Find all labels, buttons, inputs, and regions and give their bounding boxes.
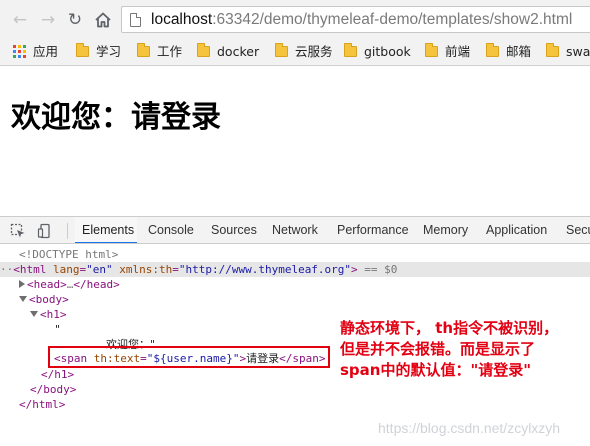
tab-memory[interactable]: Memory: [423, 217, 468, 243]
dom-node-html-close[interactable]: </html>: [19, 397, 65, 412]
devtools-tab-strip: Elements Console Sources Network Perform…: [0, 216, 590, 244]
reload-icon[interactable]: ↻: [64, 9, 86, 31]
highlight-box: [48, 346, 330, 368]
apps-grid-icon: [13, 45, 26, 58]
dom-node-h1[interactable]: <h1>: [30, 307, 67, 322]
home-icon[interactable]: [92, 9, 114, 31]
dom-node-head[interactable]: <head>…</head>: [19, 277, 120, 292]
page-icon: [130, 13, 141, 27]
bookmark-folder[interactable]: docker: [197, 43, 259, 60]
back-arrow-icon[interactable]: ←: [9, 9, 31, 31]
tab-elements[interactable]: Elements: [75, 217, 137, 243]
bookmark-apps[interactable]: 应用: [13, 44, 58, 60]
folder-icon: [137, 43, 150, 57]
bookmark-folder[interactable]: 前端: [425, 43, 470, 60]
collapse-arrow-icon[interactable]: [19, 296, 27, 302]
forward-arrow-icon[interactable]: →: [37, 9, 59, 31]
bookmark-folder[interactable]: gitbook: [344, 43, 411, 60]
collapse-arrow-icon[interactable]: [30, 311, 38, 317]
bookmark-folder[interactable]: 学习: [76, 43, 121, 60]
folder-icon: [197, 43, 210, 57]
tab-application[interactable]: Application: [486, 217, 547, 243]
bookmark-folder[interactable]: swag: [546, 43, 590, 60]
tab-console[interactable]: Console: [148, 217, 194, 243]
tab-network[interactable]: Network: [272, 217, 318, 243]
bookmark-folder[interactable]: 邮箱: [486, 43, 531, 60]
folder-icon: [76, 43, 89, 57]
device-toolbar-icon[interactable]: [37, 223, 53, 239]
tab-security[interactable]: Secu: [566, 217, 590, 243]
dom-node-body-close[interactable]: </body>: [30, 382, 76, 397]
tab-performance[interactable]: Performance: [337, 217, 409, 243]
address-bar[interactable]: localhost:63342/demo/thymeleaf-demo/temp…: [121, 6, 590, 33]
expand-arrow-icon[interactable]: [19, 280, 25, 288]
dom-text-quote[interactable]: ": [55, 322, 60, 337]
annotation-note: 静态环境下， th指令不被识别，但是并不会报错。而是显示了span中的默认值："…: [340, 319, 559, 379]
browser-toolbar: ← → ↻ localhost:63342/demo/thymeleaf-dem…: [0, 0, 590, 38]
url-text: localhost:63342/demo/thymeleaf-demo/temp…: [151, 11, 573, 28]
toolbar-divider: [67, 223, 68, 239]
dom-node-body[interactable]: <body>: [19, 292, 69, 307]
dom-node-doctype[interactable]: <!DOCTYPE html>: [19, 247, 118, 262]
folder-icon: [546, 43, 559, 57]
bookmark-folder[interactable]: 云服务: [275, 43, 333, 60]
page-viewport: 欢迎您：请登录: [0, 67, 590, 215]
bookmarks-bar: 应用 学习 工作 docker 云服务 gitbook 前端 邮箱 swag: [0, 38, 590, 66]
bookmark-folder[interactable]: 工作: [137, 43, 182, 60]
watermark: https://blog.csdn.net/zcylxzyh: [378, 420, 561, 436]
dom-node-h1-close[interactable]: </h1>: [41, 367, 74, 382]
tab-sources[interactable]: Sources: [211, 217, 257, 243]
folder-icon: [344, 43, 357, 57]
dom-node-html[interactable]: ··<html lang="en" xmlns:th="http://www.t…: [0, 262, 590, 277]
folder-icon: [425, 43, 438, 57]
folder-icon: [275, 43, 288, 57]
folder-icon: [486, 43, 499, 57]
inspect-element-icon[interactable]: [10, 223, 26, 239]
page-heading: 欢迎您：请登录: [11, 100, 221, 135]
